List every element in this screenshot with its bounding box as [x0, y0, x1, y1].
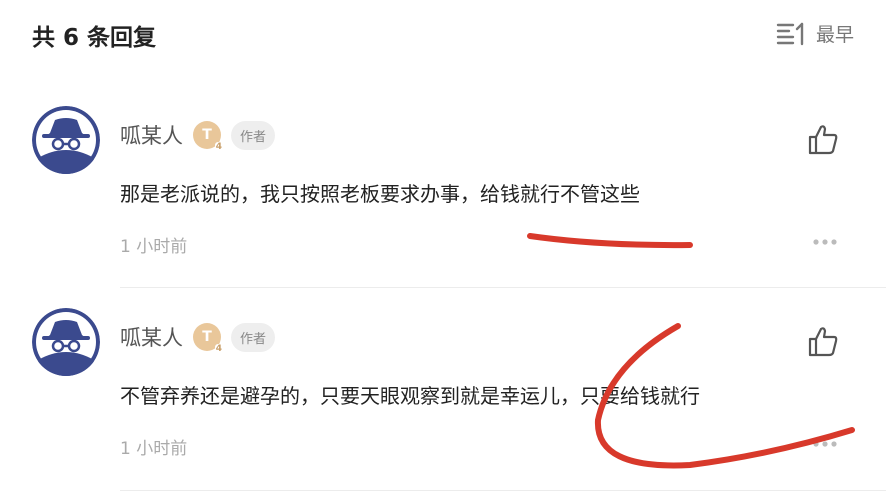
avatar[interactable] — [32, 106, 100, 174]
comment-text: 不管弃养还是避孕的，只要天眼观察到就是幸运儿，只要给钱就行 — [120, 384, 700, 408]
incognito-avatar-icon — [32, 308, 100, 376]
comment-meta: 呱某人 T 4 作者 — [120, 322, 276, 354]
incognito-avatar-icon — [32, 106, 100, 174]
level-number: 4 — [214, 142, 223, 152]
sort-order-icon — [776, 22, 804, 45]
replies-header: 共 6 条回复 最早 — [0, 0, 886, 72]
comment-text: 那是老派说的，我只按照老板要求办事，给钱就行不管这些 — [120, 182, 640, 206]
sort-toggle[interactable]: 最早 — [776, 20, 854, 47]
more-options-icon[interactable] — [812, 238, 838, 246]
comment-divider — [120, 490, 886, 491]
level-letter: T — [202, 127, 212, 143]
sort-label: 最早 — [815, 24, 854, 46]
thumbs-up-icon[interactable] — [806, 123, 840, 157]
author-tag: 作者 — [231, 120, 276, 150]
more-options-icon[interactable] — [812, 440, 838, 448]
username[interactable]: 呱某人 — [120, 322, 183, 352]
username[interactable]: 呱某人 — [120, 120, 183, 150]
comment-item: 呱某人 T 4 作者 不管弃养还是避孕的，只要天眼观察到就是幸运儿，只要给钱就行… — [0, 300, 886, 500]
reply-count-title: 共 6 条回复 — [32, 25, 157, 51]
comment-time: 1 小时前 — [120, 237, 188, 257]
comment-meta: 呱某人 T 4 作者 — [120, 120, 276, 152]
avatar[interactable] — [32, 308, 100, 376]
author-tag: 作者 — [231, 322, 276, 352]
comment-item: 呱某人 T 4 作者 那是老派说的，我只按照老板要求办事，给钱就行不管这些 1 … — [0, 98, 886, 298]
level-badge: T 4 — [193, 121, 223, 152]
comment-divider — [120, 287, 886, 288]
level-number: 4 — [214, 344, 223, 354]
comment-time: 1 小时前 — [120, 439, 188, 459]
level-letter: T — [202, 329, 212, 345]
thumbs-up-icon[interactable] — [806, 325, 840, 359]
replies-page: 共 6 条回复 最早 呱某人 T 4 作者 那是老派说的，我只按照老板要求办事，… — [0, 0, 886, 503]
level-badge: T 4 — [193, 323, 223, 354]
